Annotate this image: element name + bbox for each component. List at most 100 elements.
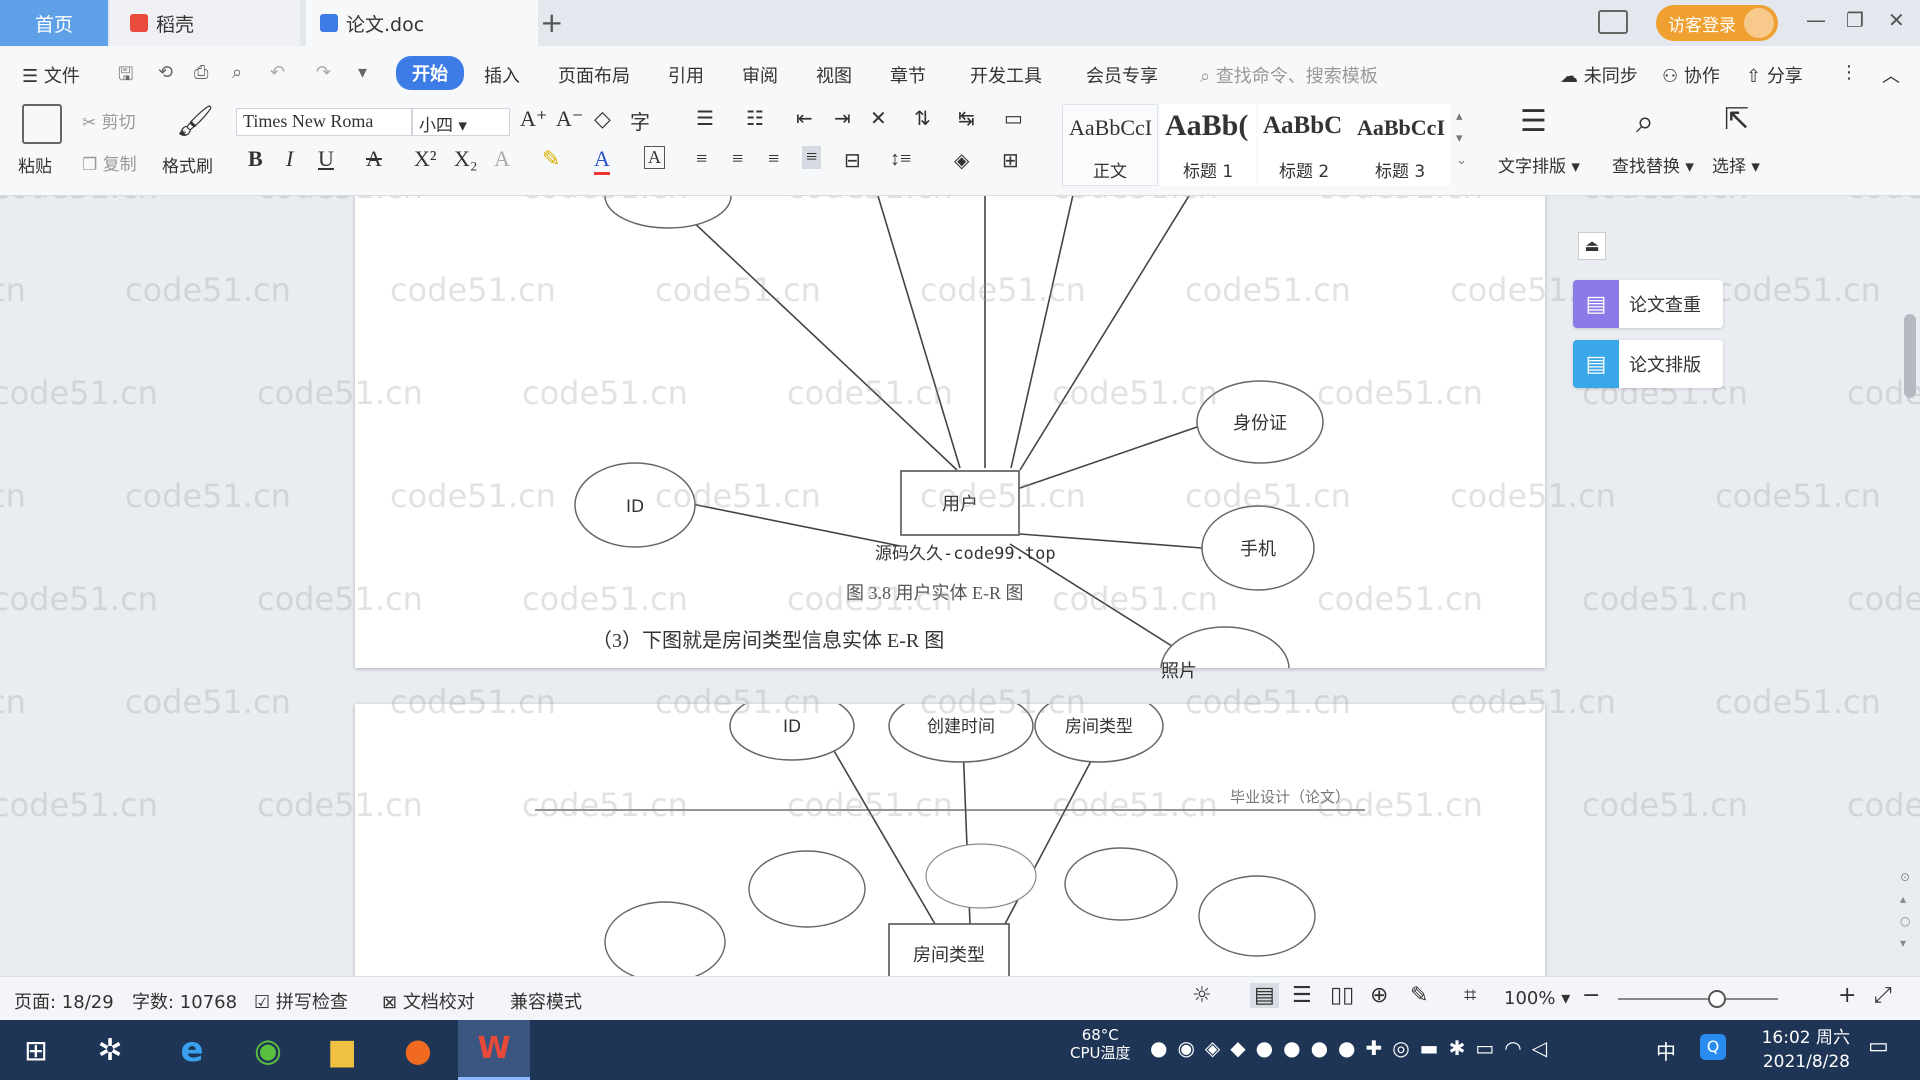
text-layout-icon[interactable]: ☰ (1520, 104, 1547, 139)
save-icon[interactable]: 🖫 (118, 62, 133, 92)
undo-icon[interactable]: ↶ (270, 62, 285, 83)
numbered-list-icon[interactable]: ☷ (746, 106, 764, 131)
tray-icons[interactable]: ●◉◈◆●●●●✚◎▬✱▭◠◁ (1150, 1036, 1557, 1060)
style-heading-2[interactable]: AaBbC 标题 2 (1258, 104, 1354, 186)
sort-icon[interactable]: ⇅ (914, 106, 931, 131)
close-icon[interactable]: ✕ (1888, 8, 1905, 32)
command-search[interactable]: ⌕ 查找命令、搜索模板 (1200, 62, 1378, 88)
collab-button[interactable]: ⚇ 协作 (1662, 62, 1720, 88)
page-view-icon[interactable]: ▤ (1250, 983, 1279, 1008)
chinese-layout-icon[interactable]: ✕ (870, 106, 887, 131)
zoom-level[interactable]: 100% ▾ (1504, 988, 1570, 1009)
grow-font-icon[interactable]: A⁺ (520, 106, 548, 132)
fullscreen-icon[interactable]: ⤢ (1874, 983, 1892, 1008)
justify-icon[interactable]: ≡ (802, 146, 822, 169)
copy-button[interactable]: ❐ 复制 (82, 150, 137, 175)
paste-icon[interactable] (22, 104, 62, 144)
zoom-slider-handle[interactable] (1708, 990, 1726, 1008)
ie-browser-icon[interactable]: e (166, 1028, 218, 1072)
browser-360-icon[interactable]: ◉ (242, 1028, 294, 1072)
select-cursor-icon[interactable]: ⇱ (1724, 102, 1749, 137)
more-icon[interactable]: ⋮ (1840, 62, 1858, 83)
shrink-font-icon[interactable]: A⁻ (556, 106, 584, 132)
italic-icon[interactable]: I (286, 146, 293, 172)
tab-home[interactable]: 首页 (0, 0, 108, 46)
select-button[interactable]: 选择 ▾ (1712, 152, 1760, 177)
menu-member[interactable]: 会员专享 (1086, 62, 1158, 88)
app-pinwheel-icon[interactable]: ✲ (84, 1028, 136, 1072)
media-app-icon[interactable]: ● (392, 1028, 444, 1072)
decrease-indent-icon[interactable]: ⇤ (796, 106, 813, 131)
collapse-ribbon-icon[interactable]: ︿ (1882, 62, 1900, 88)
clear-format-icon[interactable]: ◇ (594, 106, 611, 132)
menu-page-layout[interactable]: 页面布局 (558, 62, 630, 88)
subscript-icon[interactable]: X₂ (454, 146, 478, 172)
distribute-icon[interactable]: ⊟ (844, 148, 861, 173)
paste-button[interactable]: 粘贴 (18, 152, 52, 177)
outline-view-icon[interactable]: ☰ (1292, 983, 1312, 1008)
underline-icon[interactable]: U (318, 146, 334, 172)
page-indicator[interactable]: 页面: 18/29 (14, 988, 114, 1014)
quick-access-dropdown-icon[interactable]: ▾ (358, 62, 367, 83)
page-nav-icons[interactable]: ⊙ ▴ ○ ▾ (1900, 866, 1910, 954)
undo-history-icon[interactable]: ⟲ (158, 62, 173, 83)
web-view-icon[interactable]: ⊕ (1370, 983, 1388, 1008)
cut-button[interactable]: ✂ 剪切 (82, 108, 136, 133)
vertical-scrollbar-thumb[interactable] (1904, 314, 1916, 398)
zoom-out-icon[interactable]: − (1582, 983, 1600, 1008)
collapse-panel-icon[interactable]: ⏏ (1578, 232, 1606, 260)
style-heading-3[interactable]: AaBbCcI 标题 3 (1354, 104, 1450, 186)
shading-icon[interactable]: ◈ (954, 148, 969, 173)
ime-indicator[interactable]: 中 (1656, 1036, 1676, 1065)
menu-file[interactable]: ☰ 文件 (22, 62, 80, 88)
print-preview-icon[interactable]: ⌕ (232, 62, 242, 83)
redo-icon[interactable]: ↷ (316, 62, 331, 83)
increase-indent-icon[interactable]: ⇥ (834, 106, 851, 131)
zoom-slider-track[interactable] (1618, 998, 1778, 1000)
menu-view[interactable]: 视图 (816, 62, 852, 88)
write-view-icon[interactable]: ✎ (1410, 983, 1428, 1008)
guest-login-button[interactable]: 访客登录 (1656, 5, 1778, 41)
spell-check[interactable]: ☑ 拼写检查 (254, 988, 348, 1014)
phonetic-guide-icon[interactable]: 字 (630, 106, 650, 135)
read-view-icon[interactable]: ▯▯ (1330, 983, 1354, 1008)
bullet-list-icon[interactable]: ☰ (696, 106, 714, 131)
restore-icon[interactable]: ❐ (1846, 8, 1864, 32)
style-normal[interactable]: AaBbCcI 正文 (1062, 104, 1158, 186)
format-painter-icon[interactable]: 🖌 (176, 104, 214, 139)
wps-writer-icon[interactable]: W (458, 1020, 530, 1080)
tab-daoke[interactable]: 稻壳 (110, 0, 300, 46)
strikethrough-icon[interactable]: A (366, 146, 382, 172)
highlight-icon[interactable]: ✎ (542, 146, 560, 172)
font-size-select[interactable]: 小四 ▾ (412, 108, 510, 136)
menu-chapter[interactable]: 章节 (890, 62, 926, 88)
paper-check-button[interactable]: ▤ 论文查重 (1573, 280, 1723, 328)
align-left-icon[interactable]: ≡ (696, 148, 707, 171)
menu-developer[interactable]: 开发工具 (970, 62, 1042, 88)
menu-review[interactable]: 审阅 (742, 62, 778, 88)
paper-layout-button[interactable]: ▤ 论文排版 (1573, 340, 1723, 388)
sync-status[interactable]: ☁ 未同步 (1560, 62, 1638, 88)
styles-scroll-icon[interactable]: ▴ ▾ ⌄ (1456, 106, 1467, 172)
menu-start[interactable]: 开始 (396, 56, 464, 90)
zoom-in-icon[interactable]: + (1838, 983, 1856, 1008)
line-spacing-icon[interactable]: ↕≡ (890, 148, 911, 171)
text-effect-icon[interactable]: A (494, 146, 510, 172)
clock[interactable]: 16:02 周六 2021/8/28 (1762, 1026, 1850, 1074)
char-border-icon[interactable]: A (644, 146, 665, 169)
style-heading-1[interactable]: AaBb( 标题 1 (1160, 104, 1256, 186)
notification-icon[interactable]: ▭ (1868, 1034, 1889, 1059)
align-center-icon[interactable]: ≡ (732, 148, 743, 171)
share-button[interactable]: ⇧ 分享 (1746, 62, 1803, 88)
eye-protect-icon[interactable]: ☼ (1192, 983, 1212, 1008)
font-color-icon[interactable]: A (594, 146, 610, 175)
tab-document[interactable]: 论文.doc (306, 0, 538, 46)
find-replace-icon[interactable]: ⌕ (1636, 102, 1654, 141)
minimize-icon[interactable]: — (1806, 8, 1826, 32)
document-page-2[interactable]: ID 创建时间 房间类型 毕业设计（论文） 房间类型 (355, 689, 1545, 976)
find-replace-button[interactable]: 查找替换 ▾ (1612, 152, 1694, 177)
menu-references[interactable]: 引用 (668, 62, 704, 88)
windows-start-icon[interactable]: ⊞ (10, 1028, 62, 1072)
align-right-icon[interactable]: ≡ (768, 148, 779, 171)
new-tab-button[interactable]: + (540, 6, 563, 39)
